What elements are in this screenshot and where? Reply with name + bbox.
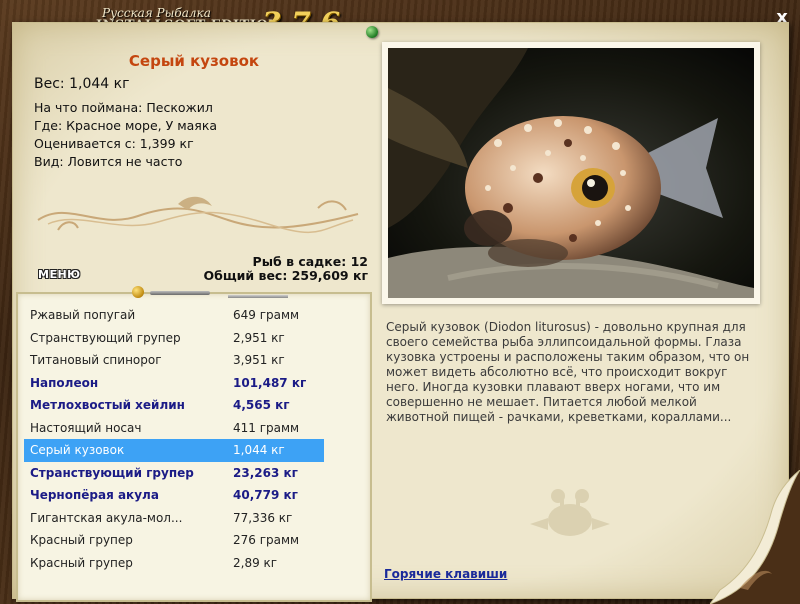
catch-row-name: Красный групер: [30, 555, 133, 570]
fish-info: На что поймана: Пескожил Где: Красное мо…: [34, 99, 217, 171]
catch-row-weight: 3,951 кг: [233, 353, 285, 368]
window-frame: Русская Рыбалка INSTALLSOFT EDITION 3.7.…: [0, 0, 800, 604]
catch-row-name: Странствующий групер: [30, 330, 181, 345]
catch-row[interactable]: Странствующий групер 23,263 кг: [24, 462, 324, 485]
catch-row[interactable]: Титановый спинорог 3,951 кг: [24, 349, 324, 372]
catch-row-weight: 77,336 кг: [233, 510, 293, 525]
gold-pin-icon: [132, 286, 144, 298]
fish-photo: [388, 48, 754, 298]
hotkeys-link[interactable]: Горячие клавиши: [384, 567, 507, 581]
catch-row-weight: 276 грамм: [233, 533, 300, 548]
catch-row-name: Чернопёрая акула: [30, 488, 159, 503]
ornament-divider-icon: [37, 196, 359, 234]
catch-row[interactable]: Гигантская акула-мол... 77,336 кг: [24, 507, 324, 530]
catch-row-name: Гигантская акула-мол...: [30, 510, 183, 525]
green-pin-icon: [366, 26, 378, 38]
valued-from: Оценивается с: 1,399 кг: [34, 136, 194, 151]
catch-row-weight: 2,951 кг: [233, 330, 285, 345]
catch-list: Ржавый попугай 649 грамм Странствующий гру…: [24, 304, 324, 574]
caught-on: На что поймана: Пескожил: [34, 100, 213, 115]
keepnet-count: Рыб в садке: 12: [252, 254, 368, 269]
catch-frequency: Вид: Ловится не часто: [34, 154, 183, 169]
catch-row-weight: 4,565 кг: [233, 398, 290, 413]
catch-row[interactable]: Красный групер 2,89 кг: [24, 552, 324, 575]
catch-row-weight: 1,044 кг: [233, 443, 285, 458]
catch-row-name: Настоящий носач: [30, 420, 142, 435]
catch-row-weight: 23,263 кг: [233, 465, 298, 480]
pufferfish-image-icon: [388, 48, 754, 298]
catch-row-name: Титановый спинорог: [30, 353, 162, 368]
fish-weight: Вес: 1,044 кг: [34, 76, 130, 92]
menu-button[interactable]: МЕНЮ: [38, 268, 81, 281]
catch-row-name: Серый кузовок: [30, 443, 125, 458]
catch-row-weight: 649 грамм: [233, 308, 300, 323]
fish-watermark-icon: [530, 489, 610, 536]
fish-photo-frame: [382, 42, 760, 304]
catch-row-selected[interactable]: Серый кузовок 1,044 кг: [24, 439, 324, 462]
catch-row[interactable]: Метлохвостый хейлин 4,565 кг: [24, 394, 324, 417]
catch-row[interactable]: Красный групер 276 грамм: [24, 529, 324, 552]
keepnet-total-weight: Общий вес: 259,609 кг: [203, 268, 369, 283]
catch-row-name: Ржавый попугай: [30, 308, 136, 323]
keepnet-summary: Рыб в садке: 12 Общий вес: 259,609 кг: [204, 255, 369, 283]
catch-row[interactable]: Ржавый попугай 649 грамм: [24, 304, 324, 327]
hook-line-icon: [228, 295, 288, 298]
catch-row-name: Красный групер: [30, 533, 133, 548]
catch-row[interactable]: Наполеон 101,487 кг: [24, 372, 324, 395]
fish-name-title: Серый кузовок: [128, 52, 260, 70]
catch-row-name: Метлохвостый хейлин: [30, 398, 185, 413]
catch-row[interactable]: Странствующий групер 2,951 кг: [24, 327, 324, 350]
catch-location: Где: Красное море, У маяка: [34, 118, 218, 133]
catch-row-weight: 411 грамм: [233, 420, 300, 435]
catch-row[interactable]: Настоящий носач 411 грамм: [24, 417, 324, 440]
catch-row-name: Наполеон: [30, 375, 99, 390]
catch-row-weight: 101,487 кг: [233, 375, 307, 390]
page-curl-icon: [710, 470, 800, 604]
catch-row-weight: 40,779 кг: [233, 488, 298, 503]
catch-row-name: Странствующий групер: [30, 465, 194, 480]
catch-row[interactable]: Чернопёрая акула 40,779 кг: [24, 484, 324, 507]
catch-row-weight: 2,89 кг: [233, 555, 278, 570]
fish-description: Серый кузовок (Diodon liturosus) - довол…: [386, 320, 750, 424]
hook-icon: [150, 291, 210, 295]
